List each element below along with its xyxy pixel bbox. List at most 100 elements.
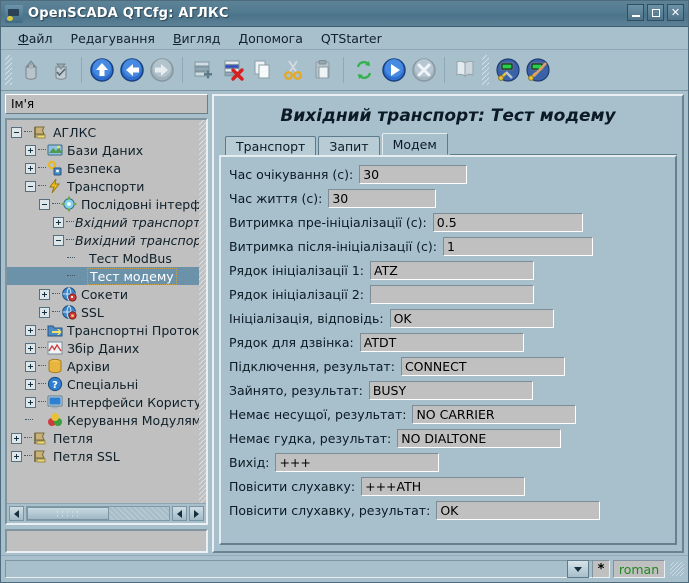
menu-file[interactable]: Файл — [9, 29, 62, 48]
tree-expand-icon[interactable] — [11, 432, 22, 444]
tree-collapse-icon[interactable] — [39, 198, 50, 210]
field-input-14[interactable] — [436, 501, 601, 520]
tree-horizontal-scrollbar[interactable] — [7, 503, 206, 523]
tree-collapse-icon[interactable] — [53, 234, 64, 246]
detail-pane: Вихідний транспорт: Тест модему Транспор… — [212, 94, 684, 553]
tree-item-6[interactable]: Вихідний транспорт — [7, 231, 199, 249]
maximize-button[interactable] — [647, 4, 664, 21]
field-label: Підключення, результат: — [229, 359, 395, 374]
scroll-thumb[interactable] — [27, 507, 110, 520]
tree-item-0[interactable]: АГЛКС — [7, 123, 199, 141]
field-input-7[interactable] — [359, 333, 524, 352]
field-input-4[interactable] — [370, 261, 534, 280]
tree-connector — [38, 401, 46, 403]
tree-item-5[interactable]: Вхідний транспорт — [7, 213, 199, 231]
config-tree[interactable]: АГЛКС Бази Даних Безпека Транспорти Послідов… — [7, 120, 199, 503]
toolbar-separator-3 — [343, 57, 344, 83]
tree-expand-icon[interactable] — [39, 288, 50, 300]
back-icon[interactable] — [117, 55, 147, 85]
field-input-10[interactable] — [412, 405, 577, 424]
main-window: OpenSCADA QTCfg: АГЛКС ✕ Файл Редагуванн… — [0, 0, 689, 583]
field-input-8[interactable] — [400, 357, 565, 376]
tree-item-3[interactable]: Транспорти — [7, 177, 199, 195]
field-input-1[interactable] — [328, 189, 437, 208]
tree-expand-icon[interactable] — [25, 360, 36, 372]
field-row-8: Підключення, результат: — [229, 356, 667, 377]
field-input-0[interactable] — [359, 165, 468, 184]
field-input-12[interactable] — [275, 453, 440, 472]
tree-expand-icon[interactable] — [25, 396, 36, 408]
field-input-2[interactable] — [432, 213, 583, 232]
tree-item-10[interactable]: SSL — [7, 303, 199, 321]
tree-item-18[interactable]: Петля SSL — [7, 447, 199, 465]
field-input-9[interactable] — [368, 381, 533, 400]
scroll-left-button[interactable] — [9, 506, 24, 521]
menu-qtstarter[interactable]: QTStarter — [312, 29, 391, 48]
tree-expand-icon[interactable] — [25, 144, 36, 156]
tree-item-17[interactable]: Петля — [7, 429, 199, 447]
scroll-right-button[interactable] — [189, 506, 204, 521]
copy-icon[interactable] — [248, 55, 278, 85]
tree-item-12[interactable]: Збір Даних — [7, 339, 199, 357]
daq-icon — [47, 340, 63, 356]
field-input-13[interactable] — [361, 477, 526, 496]
field-input-5[interactable] — [370, 285, 534, 304]
scroll-track[interactable] — [26, 506, 170, 521]
tree-item-8[interactable]: Тест модему — [7, 267, 199, 285]
menu-edit[interactable]: Редагування — [62, 29, 164, 48]
status-bar: * roman — [1, 555, 688, 582]
toolbar-grip-2[interactable] — [482, 55, 489, 85]
tree-item-2[interactable]: Безпека — [7, 159, 199, 177]
menu-file-rest: айл — [28, 30, 53, 46]
menu-view[interactable]: Вигляд — [164, 29, 229, 48]
tree-expand-icon[interactable] — [39, 306, 50, 318]
field-row-10: Немає несущої, результат: — [229, 404, 667, 425]
close-button[interactable]: ✕ — [667, 4, 684, 21]
scroll-left-button-2[interactable] — [172, 506, 187, 521]
tree-item-1[interactable]: Бази Даних — [7, 141, 199, 159]
tab-1[interactable]: Запит — [318, 136, 380, 155]
menu-help[interactable]: Допомога — [229, 29, 312, 48]
tab-2[interactable]: Модем — [381, 133, 448, 155]
chevron-down-icon[interactable] — [567, 560, 589, 578]
tree-expand-icon[interactable] — [25, 378, 36, 390]
tree-expand-icon[interactable] — [25, 342, 36, 354]
load-from-db-icon[interactable] — [16, 55, 46, 85]
tree-item-15[interactable]: Інтерфейси Користувача — [7, 393, 199, 411]
tree-expand-icon[interactable] — [25, 162, 36, 174]
add-node-icon[interactable] — [188, 55, 218, 85]
tree-expand-icon[interactable] — [53, 216, 64, 228]
save-to-db-icon[interactable] — [46, 55, 76, 85]
delete-node-icon[interactable] — [218, 55, 248, 85]
resize-grip[interactable] — [670, 562, 684, 576]
tab-0[interactable]: Транспорт — [225, 136, 317, 155]
tree-item-13[interactable]: Архіви — [7, 357, 199, 375]
paste-icon[interactable] — [308, 55, 338, 85]
minimize-button[interactable] — [627, 4, 644, 21]
tree-collapse-icon[interactable] — [11, 126, 22, 138]
content-area: Ім'я АГЛКС Бази Даних Безпека Транспорти Пос… — [1, 91, 688, 555]
cut-icon[interactable] — [278, 55, 308, 85]
up-icon[interactable] — [87, 55, 117, 85]
tree-item-16[interactable]: Керування Модулями — [7, 411, 199, 429]
tree-expand-icon[interactable] — [25, 324, 36, 336]
toolbar-grip[interactable] — [5, 55, 12, 85]
tree-item-14[interactable]: ? Спеціальні — [7, 375, 199, 393]
flag-icon — [33, 124, 49, 140]
tree-collapse-icon[interactable] — [25, 180, 36, 192]
field-input-11[interactable] — [397, 429, 562, 448]
field-input-6[interactable] — [389, 309, 554, 328]
config-tool-icon[interactable] — [493, 55, 523, 85]
field-input-3[interactable] — [442, 237, 593, 256]
tree-vertical-scrollbar[interactable] — [199, 120, 206, 503]
tree-item-11[interactable]: Транспортні Протоколи — [7, 321, 199, 339]
toolbar-separator-1 — [81, 57, 82, 83]
refresh-icon[interactable] — [349, 55, 379, 85]
tree-expand-icon[interactable] — [11, 450, 22, 462]
tree-item-4[interactable]: Послідовні інтерфейси — [7, 195, 199, 213]
field-label: Повісити слухавку, результат: — [229, 503, 431, 518]
config-edit-icon[interactable] — [523, 55, 553, 85]
start-icon[interactable] — [379, 55, 409, 85]
tree-item-9[interactable]: Сокети — [7, 285, 199, 303]
tree-item-7[interactable]: Тест ModBus — [7, 249, 199, 267]
